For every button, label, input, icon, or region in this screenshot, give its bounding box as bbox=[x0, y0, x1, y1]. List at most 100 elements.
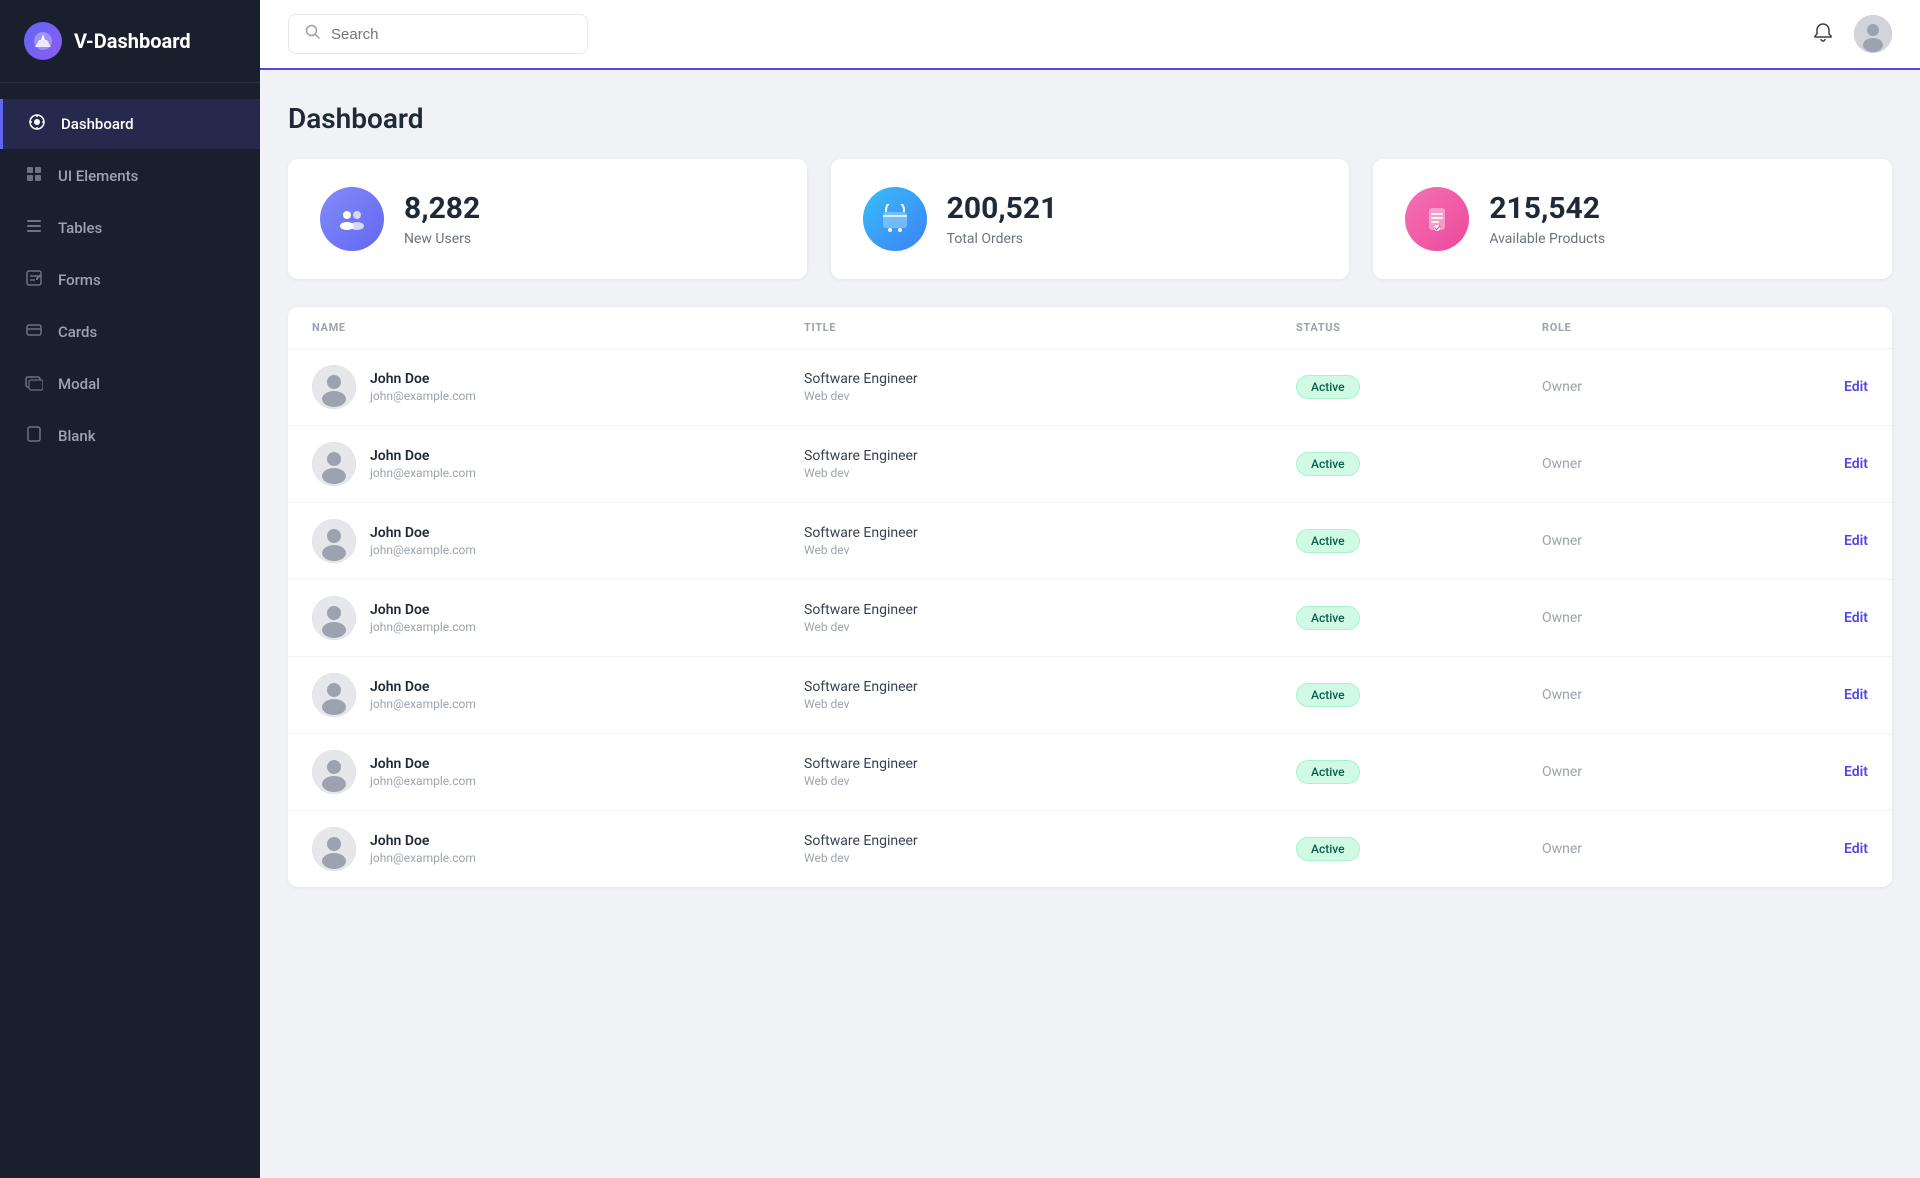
job-title: Software Engineer bbox=[804, 679, 1296, 695]
user-name: John Doe bbox=[370, 756, 476, 772]
title-cell: Software Engineer Web dev bbox=[804, 756, 1296, 788]
data-table: NAME TITLE STATUS ROLE John Doe john@ bbox=[288, 307, 1892, 887]
stat-number-products: 215,542 bbox=[1489, 191, 1605, 227]
user-avatar-small bbox=[312, 596, 356, 640]
edit-button[interactable]: Edit bbox=[1788, 764, 1868, 780]
main-content: Dashboard 8,282 New Users bbox=[260, 0, 1920, 1178]
col-header-action bbox=[1788, 321, 1868, 334]
user-cell: John Doe john@example.com bbox=[312, 827, 804, 871]
user-avatar-small bbox=[312, 673, 356, 717]
products-icon-wrap bbox=[1405, 187, 1469, 251]
edit-button[interactable]: Edit bbox=[1788, 610, 1868, 626]
title-cell: Software Engineer Web dev bbox=[804, 833, 1296, 865]
user-cell: John Doe john@example.com bbox=[312, 442, 804, 486]
blank-icon bbox=[24, 425, 44, 447]
stat-label-users: New Users bbox=[404, 231, 480, 247]
job-title: Software Engineer bbox=[804, 371, 1296, 387]
col-header-title: TITLE bbox=[804, 321, 1296, 334]
role-cell: Owner bbox=[1542, 610, 1788, 626]
sidebar-item-ui-elements-label: UI Elements bbox=[58, 167, 138, 185]
search-icon bbox=[305, 24, 321, 44]
stat-number-orders: 200,521 bbox=[947, 191, 1058, 227]
title-cell: Software Engineer Web dev bbox=[804, 448, 1296, 480]
stat-label-orders: Total Orders bbox=[947, 231, 1058, 247]
status-badge: Active bbox=[1296, 760, 1360, 784]
role-cell: Owner bbox=[1542, 764, 1788, 780]
table-row: John Doe john@example.com Software Engin… bbox=[288, 426, 1892, 503]
job-title: Software Engineer bbox=[804, 833, 1296, 849]
ui-elements-icon bbox=[24, 165, 44, 187]
user-cell: John Doe john@example.com bbox=[312, 519, 804, 563]
stats-row: 8,282 New Users 200,521 Total Or bbox=[288, 159, 1892, 279]
status-badge: Active bbox=[1296, 529, 1360, 553]
status-cell: Active bbox=[1296, 375, 1542, 399]
topbar bbox=[260, 0, 1920, 70]
status-badge: Active bbox=[1296, 683, 1360, 707]
title-cell: Software Engineer Web dev bbox=[804, 525, 1296, 557]
stat-label-products: Available Products bbox=[1489, 231, 1605, 247]
stat-info-users: 8,282 New Users bbox=[404, 191, 480, 247]
role-cell: Owner bbox=[1542, 533, 1788, 549]
table-row: John Doe john@example.com Software Engin… bbox=[288, 580, 1892, 657]
sidebar-nav: Dashboard UI Elements Tab bbox=[0, 83, 260, 477]
edit-button[interactable]: Edit bbox=[1788, 379, 1868, 395]
stat-card-products: 215,542 Available Products bbox=[1373, 159, 1892, 279]
user-avatar-small bbox=[312, 519, 356, 563]
app-name: V-Dashboard bbox=[74, 29, 191, 53]
sidebar-item-blank[interactable]: Blank bbox=[0, 411, 260, 461]
edit-button[interactable]: Edit bbox=[1788, 687, 1868, 703]
edit-button[interactable]: Edit bbox=[1788, 533, 1868, 549]
user-cell: John Doe john@example.com bbox=[312, 673, 804, 717]
stat-info-orders: 200,521 Total Orders bbox=[947, 191, 1058, 247]
sidebar-item-tables-label: Tables bbox=[58, 219, 102, 237]
modal-icon bbox=[24, 373, 44, 395]
page-title: Dashboard bbox=[288, 102, 1892, 135]
user-avatar-small bbox=[312, 827, 356, 871]
user-email: john@example.com bbox=[370, 774, 476, 788]
job-title: Software Engineer bbox=[804, 756, 1296, 772]
sidebar-item-cards[interactable]: Cards bbox=[0, 307, 260, 357]
edit-button[interactable]: Edit bbox=[1788, 456, 1868, 472]
tables-icon bbox=[24, 217, 44, 239]
notification-bell-icon[interactable] bbox=[1812, 21, 1834, 48]
stat-number-users: 8,282 bbox=[404, 191, 480, 227]
sidebar-item-dashboard-label: Dashboard bbox=[61, 115, 134, 133]
user-email: john@example.com bbox=[370, 851, 476, 865]
job-subtitle: Web dev bbox=[804, 851, 1296, 865]
status-cell: Active bbox=[1296, 683, 1542, 707]
sidebar-item-tables[interactable]: Tables bbox=[0, 203, 260, 253]
sidebar-item-cards-label: Cards bbox=[58, 323, 97, 341]
user-cell: John Doe john@example.com bbox=[312, 365, 804, 409]
user-avatar-small bbox=[312, 365, 356, 409]
sidebar-item-modal-label: Modal bbox=[58, 375, 100, 393]
job-subtitle: Web dev bbox=[804, 543, 1296, 557]
title-cell: Software Engineer Web dev bbox=[804, 679, 1296, 711]
user-email: john@example.com bbox=[370, 543, 476, 557]
user-email: john@example.com bbox=[370, 466, 476, 480]
job-subtitle: Web dev bbox=[804, 620, 1296, 634]
user-name: John Doe bbox=[370, 525, 476, 541]
role-cell: Owner bbox=[1542, 841, 1788, 857]
orders-icon-wrap bbox=[863, 187, 927, 251]
sidebar-item-dashboard[interactable]: Dashboard bbox=[0, 99, 260, 149]
users-icon-wrap bbox=[320, 187, 384, 251]
user-avatar[interactable] bbox=[1854, 15, 1892, 53]
sidebar-item-forms[interactable]: Forms bbox=[0, 255, 260, 305]
sidebar-item-forms-label: Forms bbox=[58, 271, 101, 289]
forms-icon bbox=[24, 269, 44, 291]
stat-card-users: 8,282 New Users bbox=[288, 159, 807, 279]
status-cell: Active bbox=[1296, 606, 1542, 630]
job-subtitle: Web dev bbox=[804, 774, 1296, 788]
edit-button[interactable]: Edit bbox=[1788, 841, 1868, 857]
status-cell: Active bbox=[1296, 760, 1542, 784]
user-name: John Doe bbox=[370, 679, 476, 695]
title-cell: Software Engineer Web dev bbox=[804, 371, 1296, 403]
status-badge: Active bbox=[1296, 452, 1360, 476]
role-cell: Owner bbox=[1542, 379, 1788, 395]
search-input[interactable] bbox=[331, 26, 571, 43]
search-box[interactable] bbox=[288, 14, 588, 54]
sidebar-item-ui-elements[interactable]: UI Elements bbox=[0, 151, 260, 201]
sidebar-item-modal[interactable]: Modal bbox=[0, 359, 260, 409]
user-avatar-small bbox=[312, 750, 356, 794]
dashboard-icon bbox=[27, 113, 47, 135]
